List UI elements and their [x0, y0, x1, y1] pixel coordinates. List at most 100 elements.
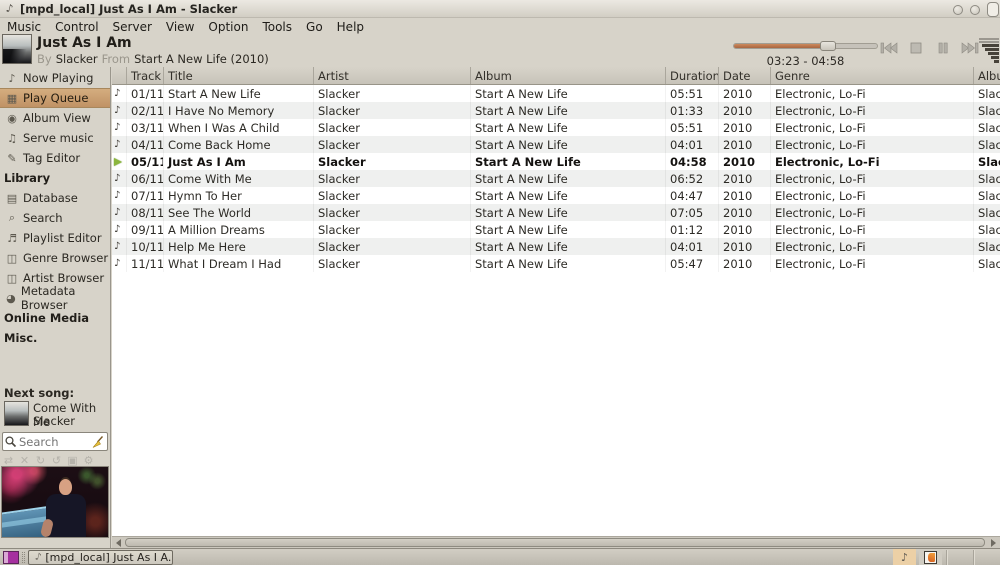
cell-album_artist: Slacker: [974, 102, 1000, 119]
cell-date: 2010: [719, 136, 771, 153]
window-title: [mpd_local] Just As I Am - Slacker: [20, 2, 237, 16]
table-header-row: TrackTitleArtistAlbumDurationDateGenreAl…: [112, 67, 1000, 85]
column-header-date[interactable]: Date: [719, 67, 771, 84]
sidebar-item-search[interactable]: ⌕Search: [0, 208, 110, 228]
scroll-left-arrow[interactable]: [112, 537, 125, 548]
table-row[interactable]: 05/11Just As I AmSlackerStart A New Life…: [112, 153, 1000, 170]
menu-tools[interactable]: Tools: [255, 20, 299, 34]
column-header-duration[interactable]: Duration: [666, 67, 719, 84]
cell-duration: 05:47: [666, 255, 719, 272]
close-button[interactable]: [987, 2, 999, 17]
taskbar-menu-icon[interactable]: [3, 551, 19, 564]
sidebar-item-now-playing[interactable]: ♪Now Playing: [0, 68, 110, 88]
volume-icon[interactable]: [977, 38, 999, 63]
sidebar-item-metadata-browser[interactable]: ◕Metadata Browser: [0, 288, 110, 308]
time-label: 03:23 - 04:58: [723, 54, 888, 68]
scroll-right-arrow[interactable]: [987, 537, 1000, 548]
column-header-genre[interactable]: Genre: [771, 67, 974, 84]
app-note-icon: ♪: [5, 1, 15, 15]
seek-slider-handle[interactable]: [820, 41, 836, 51]
menu-music[interactable]: Music: [0, 20, 48, 34]
column-header-title[interactable]: Title: [164, 67, 314, 84]
menu-view[interactable]: View: [159, 20, 201, 34]
current-song-byline: BySlackerFromStart A New Life (2010): [37, 52, 273, 66]
maximize-button[interactable]: [970, 5, 980, 15]
cell-album: Start A New Life: [471, 238, 666, 255]
figure-body-shape: [46, 494, 86, 538]
taskbar-grip-handle[interactable]: [22, 552, 25, 563]
column-header-track[interactable]: Track: [127, 67, 164, 84]
table-row[interactable]: ♪02/11I Have No MemorySlackerStart A New…: [112, 102, 1000, 119]
seek-slider[interactable]: [733, 43, 878, 49]
tray-player-icon[interactable]: ♪: [893, 549, 916, 565]
cell-genre: Electronic, Lo-Fi: [771, 170, 974, 187]
tray-document-icon[interactable]: [919, 549, 942, 565]
by-label: By: [37, 52, 52, 66]
cell-album_artist: Slacker: [974, 136, 1000, 153]
cell-album: Start A New Life: [471, 204, 666, 221]
cell-album: Start A New Life: [471, 170, 666, 187]
cell-date: 2010: [719, 221, 771, 238]
cell-duration: 01:33: [666, 102, 719, 119]
menu-go[interactable]: Go: [299, 20, 330, 34]
table-row[interactable]: ♪03/11When I Was A ChildSlackerStart A N…: [112, 119, 1000, 136]
sidebar-item-database[interactable]: ▤Database: [0, 188, 110, 208]
table-row[interactable]: ♪01/11Start A New LifeSlackerStart A New…: [112, 85, 1000, 102]
minimize-button[interactable]: [953, 5, 963, 15]
album-view-icon: ◉: [5, 112, 19, 125]
cell-date: 2010: [719, 170, 771, 187]
next-song-artist: Slacker: [33, 414, 75, 428]
column-header-album[interactable]: Album: [471, 67, 666, 84]
clear-broom-icon[interactable]: [91, 435, 105, 449]
next-song-label: Next song:: [4, 386, 74, 400]
cell-title: See The World: [164, 204, 314, 221]
current-song-title: Just As I Am: [37, 35, 132, 51]
cell-album: Start A New Life: [471, 255, 666, 272]
cell-album_artist: Slacker: [974, 119, 1000, 136]
table-row[interactable]: ♪06/11Come With MeSlackerStart A New Lif…: [112, 170, 1000, 187]
cell-artist: Slacker: [314, 238, 471, 255]
menu-server[interactable]: Server: [106, 20, 159, 34]
sidebar-item-genre-browser[interactable]: ◫Genre Browser: [0, 248, 110, 268]
search-input[interactable]: [18, 435, 91, 449]
horizontal-scrollbar[interactable]: [112, 536, 1000, 548]
cell-track: 09/11: [127, 221, 164, 238]
sidebar: ♪Now Playing▦Play Queue◉Album View♫Serve…: [0, 67, 111, 548]
cell-artist: Slacker: [314, 187, 471, 204]
table-row[interactable]: ♪11/11What I Dream I HadSlackerStart A N…: [112, 255, 1000, 272]
table-row[interactable]: ♪04/11Come Back HomeSlackerStart A New L…: [112, 136, 1000, 153]
table-row[interactable]: ♪10/11Help Me HereSlackerStart A New Lif…: [112, 238, 1000, 255]
menu-help[interactable]: Help: [330, 20, 371, 34]
taskbar-window-button[interactable]: ♪ [mpd_local] Just As I A...: [28, 550, 173, 565]
previous-button[interactable]: [880, 40, 898, 56]
table-row[interactable]: ♪07/11Hymn To HerSlackerStart A New Life…: [112, 187, 1000, 204]
title-bar[interactable]: ♪ [mpd_local] Just As I Am - Slacker: [0, 0, 1000, 18]
cell-date: 2010: [719, 102, 771, 119]
sidebar-item-album-view[interactable]: ◉Album View: [0, 108, 110, 128]
menu-option[interactable]: Option: [201, 20, 255, 34]
column-header-icon[interactable]: [112, 67, 127, 84]
stop-button[interactable]: [907, 40, 925, 56]
playlist-editor-icon: ♬: [5, 232, 19, 245]
cell-album: Start A New Life: [471, 119, 666, 136]
cell-duration: 04:58: [666, 153, 719, 170]
cell-artist: Slacker: [314, 153, 471, 170]
track-note-icon: ♪: [112, 136, 127, 153]
serve-music-icon: ♫: [5, 132, 19, 145]
cell-album_artist: Slacker: [974, 255, 1000, 272]
current-album-art-thumb: [2, 34, 32, 64]
sidebar-item-playlist-editor[interactable]: ♬Playlist Editor: [0, 228, 110, 248]
sidebar-item-play-queue[interactable]: ▦Play Queue: [0, 88, 110, 108]
column-header-album-artist[interactable]: Album Artist: [974, 67, 1000, 84]
cover-art-image: [1, 466, 109, 538]
scrollbar-thumb[interactable]: [125, 538, 985, 547]
cell-duration: 05:51: [666, 85, 719, 102]
table-row[interactable]: ♪09/11A Million DreamsSlackerStart A New…: [112, 221, 1000, 238]
sidebar-item-tag-editor[interactable]: ✎Tag Editor: [0, 148, 110, 168]
transport-controls: [880, 40, 979, 56]
menu-control[interactable]: Control: [48, 20, 105, 34]
pause-button[interactable]: [934, 40, 952, 56]
sidebar-item-serve-music[interactable]: ♫Serve music: [0, 128, 110, 148]
table-row[interactable]: ♪08/11See The WorldSlackerStart A New Li…: [112, 204, 1000, 221]
column-header-artist[interactable]: Artist: [314, 67, 471, 84]
